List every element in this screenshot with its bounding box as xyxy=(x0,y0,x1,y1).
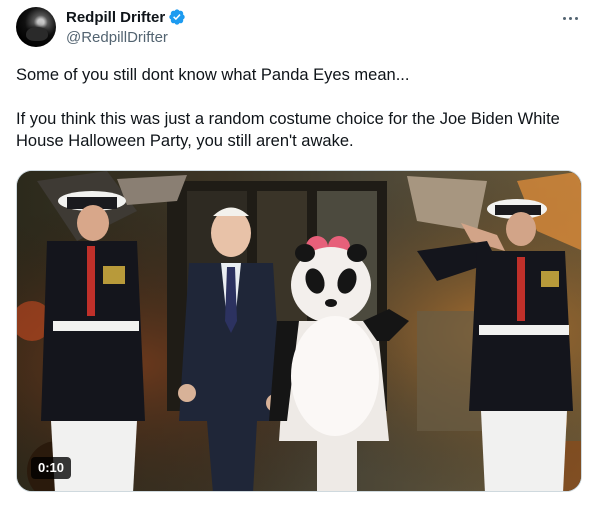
tweet-text-line-2: If you think this was just a random cost… xyxy=(16,110,560,150)
author-handle[interactable]: @RedpillDrifter xyxy=(66,29,168,46)
avatar-figure xyxy=(26,27,48,41)
tweet-text: Some of you still dont know what Panda E… xyxy=(16,64,582,152)
author-display-name[interactable]: Redpill Drifter xyxy=(66,9,165,26)
verified-badge-icon xyxy=(169,9,185,25)
video-duration-badge: 0:10 xyxy=(31,457,72,479)
avatar[interactable] xyxy=(16,7,56,47)
video-frame xyxy=(17,171,581,491)
author-name-row: Redpill Drifter xyxy=(66,8,186,26)
tweet-post: Redpill Drifter @RedpillDrifter Some of … xyxy=(0,0,598,508)
video-player[interactable]: 0:10 xyxy=(16,170,582,492)
more-options-icon[interactable] xyxy=(560,8,580,28)
tweet-text-line-1: Some of you still dont know what Panda E… xyxy=(16,66,410,84)
